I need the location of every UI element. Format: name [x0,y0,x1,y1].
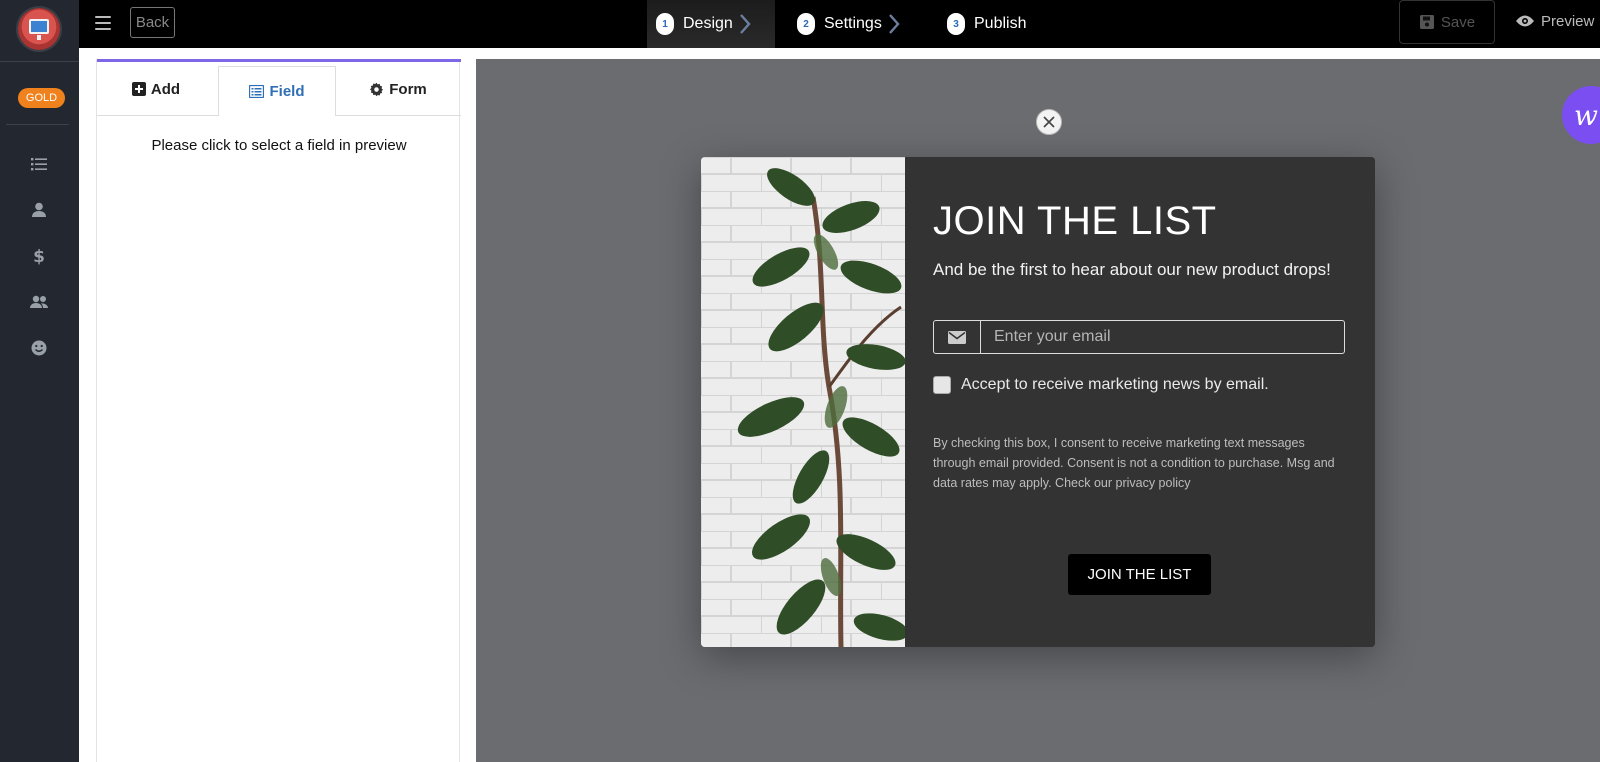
editor-tabs: Add Field Form [97,62,461,116]
marketing-consent-row[interactable]: Accept to receive marketing news by emai… [933,376,1269,394]
signup-popup[interactable]: JOIN THE LIST And be the first to hear a… [701,157,1375,647]
popup-close-button[interactable] [1036,109,1062,135]
hamburger-menu-icon[interactable] [95,16,111,30]
app-logo[interactable] [18,8,60,50]
consent-disclaimer: By checking this box, I consent to recei… [933,436,1335,490]
svg-text:$: $ [33,247,45,267]
join-list-button[interactable]: JOIN THE LIST [1068,554,1211,595]
chevron-right-icon [888,14,900,34]
plus-square-icon [131,82,146,96]
dollar-icon[interactable]: $ [27,244,51,268]
popup-subtitle: And be the first to hear about our new p… [933,260,1331,279]
checkbox-label: Accept to receive marketing news by emai… [961,376,1269,393]
smile-icon[interactable] [27,336,51,360]
envelope-icon [934,321,981,353]
editor-panel: Add Field Form Please click to select a … [96,59,461,762]
plan-badge: GOLD [18,88,65,108]
preview-button[interactable]: Preview [1515,0,1594,42]
marketing-checkbox[interactable] [933,376,951,394]
top-bar: Back 1 Design 2 Settings 3 Publish Save … [79,0,1600,48]
step-publish[interactable]: 3 Publish [947,0,1047,48]
email-input[interactable] [981,321,1344,353]
popup-title: JOIN THE LIST [933,199,1217,243]
step-settings[interactable]: 2 Settings [797,0,907,48]
popup-content: JOIN THE LIST And be the first to hear a… [905,157,1375,647]
back-button[interactable]: Back [130,7,175,38]
close-icon [1043,116,1055,128]
gear-icon [370,82,384,96]
floppy-disk-icon [1419,15,1434,29]
list-icon[interactable] [27,152,51,176]
left-sidebar: GOLD $ [0,0,79,762]
list-alt-icon [249,85,265,98]
eye-icon [1516,15,1534,27]
monitor-icon [29,19,49,34]
tab-add[interactable]: Add [97,62,215,116]
step-design[interactable]: 1 Design [647,0,775,48]
panel-hint-text: Please click to select a field in previe… [151,137,407,154]
chevron-right-icon [739,14,751,34]
tab-form[interactable]: Form [339,62,457,116]
save-button[interactable]: Save [1399,0,1495,44]
users-icon[interactable] [27,290,51,314]
tab-field[interactable]: Field [218,66,336,116]
plant-image [701,157,905,647]
email-field-group [933,320,1345,354]
user-icon[interactable] [27,198,51,222]
